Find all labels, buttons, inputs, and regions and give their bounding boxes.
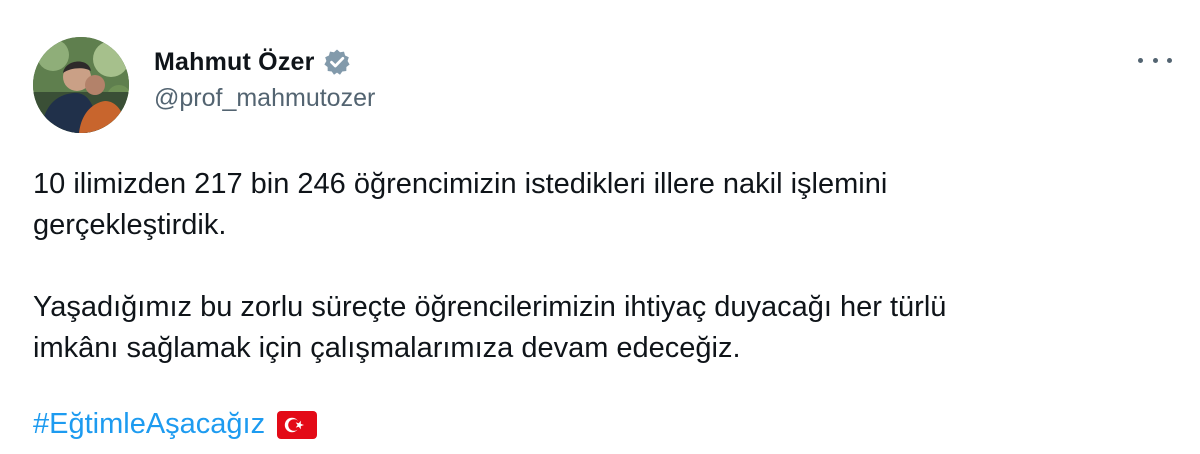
- hashtag-link[interactable]: #EğtimleAşacağız: [33, 408, 265, 441]
- tweet-text: 10 ilimizden 217 bin 246 öğrencimizin is…: [33, 164, 1173, 369]
- avatar[interactable]: [33, 37, 129, 133]
- verified-badge-icon: [323, 48, 351, 76]
- author-name-row: Mahmut Özer: [154, 44, 351, 80]
- more-options-icon[interactable]: [1138, 48, 1172, 72]
- avatar-image: [33, 37, 129, 133]
- tweet-line: imkânı sağlamak için çalışmalarımıza dev…: [33, 332, 741, 364]
- hashtag-row: #EğtimleAşacağız: [33, 404, 318, 445]
- more-dot: [1138, 57, 1143, 63]
- tweet-card: Mahmut Özer @prof_mahmutozer 10 ilimizde…: [0, 0, 1200, 454]
- tweet-line: 10 ilimizden 217 bin 246 öğrencimizin is…: [33, 168, 888, 200]
- turkey-flag-icon: [277, 410, 318, 439]
- tweet-line: Yaşadığımız bu zorlu süreçte öğrencileri…: [33, 291, 947, 323]
- more-dot: [1152, 57, 1158, 63]
- more-dot: [1167, 57, 1172, 63]
- author-display-name[interactable]: Mahmut Özer: [154, 48, 315, 77]
- tweet-line: gerçekleştirdik.: [33, 209, 227, 241]
- author-handle[interactable]: @prof_mahmutozer: [154, 84, 375, 113]
